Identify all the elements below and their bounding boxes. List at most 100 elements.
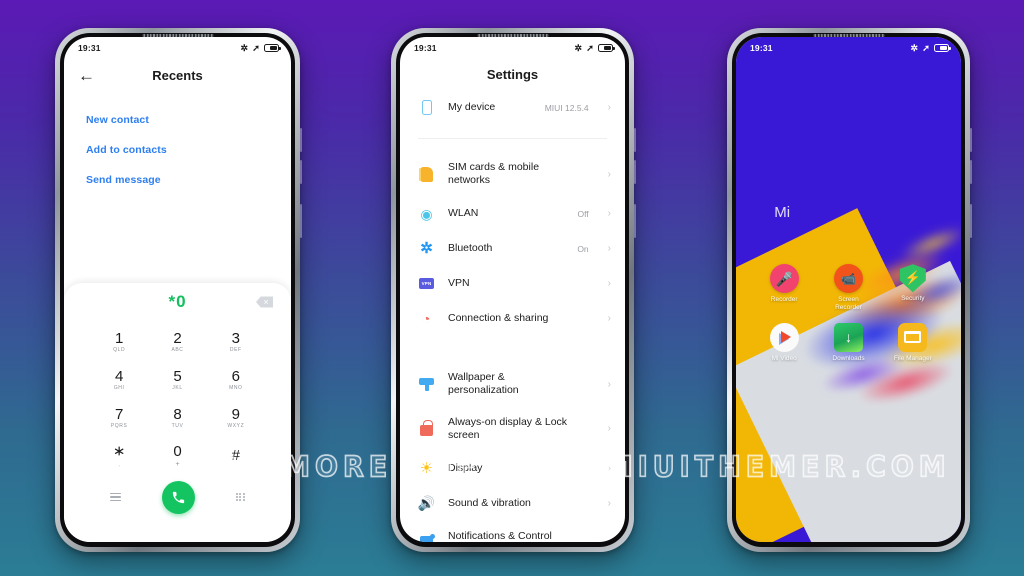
app-label: File Manager [893,354,932,362]
key-7[interactable]: 7 PQRS [90,399,148,437]
shield-bolt-icon: ⚡ [899,264,926,293]
connection-sharing-icon: ◔ [420,310,433,328]
key-number: 9 [231,405,240,423]
settings-item-bluetooth[interactable]: ✲ Bluetooth On › [400,231,625,266]
mi-widget-label: Mi [774,203,791,221]
key-letters: TUV [171,423,184,430]
settings-item-connection-sharing[interactable]: ◔ Connection & sharing › [400,301,625,336]
link-add-to-contacts[interactable]: Add to contacts [86,135,269,165]
sound-icon: 🔊 [417,495,436,512]
link-send-message[interactable]: Send message [86,165,269,195]
key-number: 8 [173,405,182,423]
key-4[interactable]: 4 GHI [90,361,148,399]
settings-item-display[interactable]: ☀ Display › [400,451,625,486]
dialer-action-links: New contact Add to contacts Send message [64,93,291,195]
bluetooth-icon: ✲ [910,42,919,53]
keypad-grid-icon[interactable] [235,492,245,502]
app-label: Mi Video [771,354,797,362]
settings-item-wlan[interactable]: ◉ WLAN Off › [400,196,625,231]
back-arrow-icon[interactable]: ← [78,67,95,84]
settings-item-value: MIUI 12.5.4 [544,102,589,113]
volume-up-button[interactable] [969,128,972,152]
chevron-right-icon: › [607,423,611,435]
display-brightness-icon: ☀ [419,459,434,477]
settings-item-notifications[interactable]: Notifications & Control center › [400,521,625,542]
settings-screen: 19:31 ✲ ➚ Settings My device MIUI 12.5.4… [400,37,625,542]
volume-down-button[interactable] [299,160,302,184]
key-5[interactable]: 5 JKL [148,361,206,399]
key-letters: JKL [172,385,183,392]
key-9[interactable]: 9 WXYZ [207,399,265,437]
settings-item-my-device[interactable]: My device MIUI 12.5.4 › [400,90,625,125]
status-time: 19:31 [414,43,437,53]
chevron-right-icon: › [607,278,611,290]
app-screen-recorder[interactable]: 📹 Screen Recorder [816,264,880,312]
key-8[interactable]: 8 TUV [148,399,206,437]
chevron-right-icon: › [607,313,611,325]
volume-down-button[interactable] [969,160,972,184]
power-button[interactable] [969,204,972,238]
bluetooth-icon: ✲ [240,42,249,53]
app-downloads[interactable]: ↓ Downloads [816,322,880,363]
bluetooth-icon: ✲ [574,42,583,53]
app-mi-video[interactable]: Mi Video [752,322,816,363]
app-label: Screen Recorder [835,296,862,312]
link-new-contact[interactable]: New contact [86,105,269,135]
app-file-manager[interactable]: File Manager [881,322,945,363]
airplane-mode-icon: ➚ [922,42,930,53]
dialpad-panel: *0 ✕ 1 QLD 2 ABC 3 DEF 4 GHI 5 JKL 6 MNO… [64,283,291,542]
app-security[interactable]: ⚡ Security [881,264,945,312]
hamburger-menu-icon[interactable] [110,491,122,503]
key-3[interactable]: 3 DEF [207,323,265,361]
chevron-right-icon: › [607,168,611,180]
settings-item-sound[interactable]: 🔊 Sound & vibration › [400,486,625,521]
settings-item-always-on-display[interactable]: Always-on display & Lock screen › [400,407,625,451]
settings-item-label: WLAN [448,207,479,220]
airplane-mode-icon: ➚ [586,42,594,53]
page-title: Settings [486,67,539,82]
settings-item-label: Wallpaper & personalization [448,371,519,397]
key-number: # [231,446,240,464]
status-icons: ✲ ➚ [910,42,951,53]
key-6[interactable]: 6 MNO [207,361,265,399]
phone-dialer: 19:31 ✲ ➚ ← Recents New contact Add to c… [55,28,302,552]
key-star[interactable]: ∗ , [90,437,148,475]
video-camera-icon: 📹 [833,264,863,294]
key-number: 0 [173,443,182,461]
chevron-right-icon: › [607,462,611,474]
settings-item-label: My device [448,100,496,113]
volume-up-button[interactable] [633,128,636,152]
settings-item-vpn[interactable]: VPN VPN › [400,266,625,301]
key-number: 2 [173,329,182,347]
settings-item-sim-cards[interactable]: SIM cards & mobile networks › [400,152,625,196]
volume-down-button[interactable] [633,160,636,184]
power-button[interactable] [633,204,636,238]
key-hash[interactable]: # [207,437,265,475]
home-screen: 19:31 ✲ ➚ Mi 🎤 Recorder 📹 Screen Recorde… [736,37,961,542]
folder-icon [898,322,928,352]
settings-item-label: Sound & vibration [448,496,531,509]
key-letters: WXYZ [227,423,245,430]
key-letters: GHI [113,385,125,392]
settings-item-label: VPN [448,277,470,290]
battery-icon [264,44,281,52]
status-bar: 19:31 ✲ ➚ [400,37,625,57]
key-number: ∗ [112,443,126,461]
key-2[interactable]: 2 ABC [148,323,206,361]
volume-up-button[interactable] [299,128,302,152]
key-1[interactable]: 1 QLD [90,323,148,361]
backspace-icon[interactable]: ✕ [256,296,273,308]
status-icons: ✲ ➚ [574,42,615,53]
status-bar: 19:31 ✲ ➚ [736,37,961,57]
settings-item-label: Connection & sharing [448,312,549,325]
key-letters: , [118,460,121,468]
status-time: 19:31 [78,43,101,53]
settings-item-wallpaper[interactable]: Wallpaper & personalization › [400,362,625,406]
key-0[interactable]: 0 + [148,437,206,475]
phone-call-icon[interactable] [162,480,196,514]
power-button[interactable] [299,204,302,238]
app-recorder[interactable]: 🎤 Recorder [752,264,816,312]
vpn-icon: VPN [418,275,435,292]
